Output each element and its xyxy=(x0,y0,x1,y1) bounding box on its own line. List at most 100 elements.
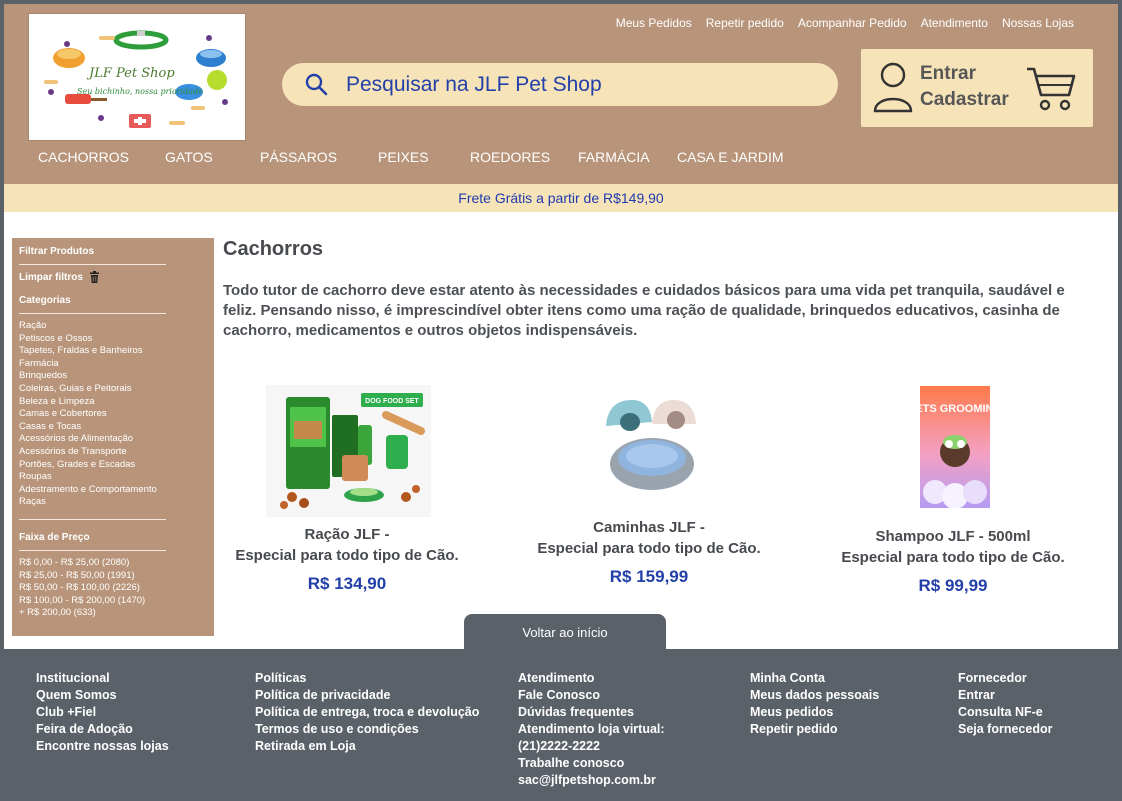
trash-icon[interactable] xyxy=(89,271,100,283)
price-range-item[interactable]: R$ 0,00 - R$ 25,00 (2080) xyxy=(19,557,207,570)
category-nav: CACHORROS GATOS PÁSSAROS PEIXES ROEDORES… xyxy=(38,149,784,165)
footer-link[interactable]: Retirada em Loja xyxy=(255,738,479,755)
category-item[interactable]: Acessórios de Transporte xyxy=(19,446,207,459)
price-range-item[interactable]: + R$ 200,00 (633) xyxy=(19,607,207,620)
user-icon[interactable] xyxy=(873,61,913,113)
top-link-atendimento[interactable]: Atendimento xyxy=(921,16,988,30)
category-item[interactable]: Farmácia xyxy=(19,358,207,371)
cart-icon[interactable] xyxy=(1025,65,1077,113)
product-card-racao[interactable]: Ração JLF - Especial para todo tipo de C… xyxy=(234,524,460,594)
category-item[interactable]: Brinquedos xyxy=(19,370,207,383)
main-content: Cachorros Todo tutor de cachorro deve es… xyxy=(223,238,1103,341)
product-price: R$ 99,99 xyxy=(918,576,988,595)
top-link-repetir-pedido[interactable]: Repetir pedido xyxy=(706,16,784,30)
footer-phone[interactable]: (21)2222-2222 xyxy=(518,738,665,755)
price-range-item[interactable]: R$ 50,00 - R$ 100,00 (2226) xyxy=(19,582,207,595)
footer-link[interactable]: Dúvidas frequentes xyxy=(518,704,665,721)
top-link-acompanhar-pedido[interactable]: Acompanhar Pedido xyxy=(798,16,907,30)
nav-passaros[interactable]: PÁSSAROS xyxy=(260,149,378,165)
price-range-item[interactable]: R$ 25,00 - R$ 50,00 (1991) xyxy=(19,570,207,583)
product-subtitle: Especial para todo tipo de Cão. xyxy=(841,549,1065,566)
category-intro: Todo tutor de cachorro deve estar atento… xyxy=(223,282,1065,339)
search-icon[interactable] xyxy=(304,72,330,98)
product-name[interactable]: Shampoo JLF - 500ml xyxy=(840,526,1066,547)
footer-link[interactable]: Meus pedidos xyxy=(750,704,879,721)
nav-roedores[interactable]: ROEDORES xyxy=(470,149,578,165)
product-subtitle: Especial para todo tipo de Cão. xyxy=(235,547,459,564)
top-link-meus-pedidos[interactable]: Meus Pedidos xyxy=(616,16,692,30)
search-bar[interactable]: Pesquisar na JLF Pet Shop xyxy=(282,63,838,106)
footer-link[interactable]: Repetir pedido xyxy=(750,721,879,738)
footer-link[interactable]: Meus dados pessoais xyxy=(750,687,879,704)
category-item[interactable]: Beleza e Limpeza xyxy=(19,396,207,409)
free-shipping-banner: Frete Grátis a partir de R$149,90 xyxy=(4,184,1118,212)
category-item[interactable]: Camas e Cobertores xyxy=(19,408,207,421)
footer-link[interactable]: Termos de uso e condições xyxy=(255,721,479,738)
account-labels: Entrar Cadastrar xyxy=(920,61,1009,113)
price-range-list: R$ 0,00 - R$ 25,00 (2080) R$ 25,00 - R$ … xyxy=(19,557,207,620)
footer-link[interactable]: Trabalhe conosco xyxy=(518,755,665,772)
dog-food-image: DOG FOOD SET xyxy=(266,385,431,517)
divider xyxy=(19,264,166,265)
footer-link[interactable]: Club +Fiel xyxy=(36,704,169,721)
footer-link[interactable]: Encontre nossas lojas xyxy=(36,738,169,755)
footer-link[interactable]: Consulta NF-e xyxy=(958,704,1052,721)
site-footer: Institucional Quem Somos Club +Fiel Feir… xyxy=(4,649,1118,797)
product-image-shampoo[interactable]: PETS GROOMING xyxy=(920,386,990,508)
product-card-caminhas[interactable]: Caminhas JLF - Especial para todo tipo d… xyxy=(536,517,762,587)
image-label-pets-grooming: PETS GROOMING xyxy=(920,403,990,415)
footer-link[interactable]: Política de privacidade xyxy=(255,687,479,704)
nav-gatos[interactable]: GATOS xyxy=(165,149,260,165)
product-image-caminhas[interactable] xyxy=(600,392,704,496)
footer-col-institucional: Institucional Quem Somos Club +Fiel Feir… xyxy=(36,670,169,755)
footer-heading: Minha Conta xyxy=(750,671,825,685)
dog-bed-image xyxy=(606,400,696,490)
footer-col-minha-conta: Minha Conta Meus dados pessoais Meus ped… xyxy=(750,670,879,738)
category-item[interactable]: Raças xyxy=(19,496,207,509)
register-link[interactable]: Cadastrar xyxy=(920,87,1009,113)
product-price: R$ 134,90 xyxy=(307,574,387,593)
product-subtitle: Especial para todo tipo de Cão. xyxy=(537,540,761,557)
footer-link[interactable]: Política de entrega, troca e devolução xyxy=(255,704,479,721)
footer-col-fornecedor: Fornecedor Entrar Consulta NF-e Seja for… xyxy=(958,670,1052,738)
back-to-top-button[interactable]: Voltar ao início xyxy=(464,614,666,650)
page: JLF Pet Shop Seu bichinho, nossa priorid… xyxy=(4,4,1118,797)
category-item[interactable]: Ração xyxy=(19,320,207,333)
clear-filters-button[interactable]: Limpar filtros xyxy=(19,271,207,283)
filter-sidebar: Filtrar Produtos Limpar filtros Categori… xyxy=(12,238,214,636)
category-item[interactable]: Casas e Tocas xyxy=(19,421,207,434)
category-item[interactable]: Petiscos e Ossos xyxy=(19,333,207,346)
price-filter-title: Faixa de Preço xyxy=(19,531,90,543)
product-name[interactable]: Ração JLF - xyxy=(234,524,460,545)
category-item[interactable]: Roupas xyxy=(19,471,207,484)
nav-casa-e-jardim[interactable]: CASA E JARDIM xyxy=(677,149,784,165)
category-item[interactable]: Tapetes, Fraldas e Banheiros xyxy=(19,345,207,358)
site-logo[interactable]: JLF Pet Shop Seu bichinho, nossa priorid… xyxy=(28,13,246,141)
footer-email[interactable]: sac@jlfpetshop.com.br xyxy=(518,772,665,789)
product-price: R$ 159,99 xyxy=(609,567,689,586)
login-link[interactable]: Entrar xyxy=(920,61,1009,87)
price-range-item[interactable]: R$ 100,00 - R$ 200,00 (1470) xyxy=(19,595,207,608)
category-item[interactable]: Adestramento e Comportamento xyxy=(19,484,207,497)
footer-link[interactable]: Quem Somos xyxy=(36,687,169,704)
categories-title: Categorias xyxy=(19,295,71,306)
product-name[interactable]: Caminhas JLF - xyxy=(536,517,762,538)
nav-farmacia[interactable]: FARMÁCIA xyxy=(578,149,677,165)
nav-cachorros[interactable]: CACHORROS xyxy=(38,149,165,165)
divider xyxy=(19,549,166,551)
footer-link[interactable]: Seja fornecedor xyxy=(958,721,1052,738)
search-input[interactable]: Pesquisar na JLF Pet Shop xyxy=(346,73,602,97)
top-link-nossas-lojas[interactable]: Nossas Lojas xyxy=(1002,16,1074,30)
footer-link[interactable]: Feira de Adoção xyxy=(36,721,169,738)
product-card-shampoo[interactable]: Shampoo JLF - 500ml Especial para todo t… xyxy=(840,526,1066,596)
footer-link[interactable]: Entrar xyxy=(958,687,1052,704)
category-item[interactable]: Portões, Grades e Escadas xyxy=(19,459,207,472)
category-item[interactable]: Acessórios de Alimentação xyxy=(19,433,207,446)
nav-peixes[interactable]: PEIXES xyxy=(378,149,470,165)
footer-heading: Fornecedor xyxy=(958,671,1027,685)
footer-col-politicas: Políticas Política de privacidade Políti… xyxy=(255,670,479,755)
product-image-racao[interactable]: DOG FOOD SET xyxy=(266,385,431,517)
footer-heading: Atendimento xyxy=(518,671,595,685)
category-item[interactable]: Coleiras, Guias e Peitorais xyxy=(19,383,207,396)
footer-link[interactable]: Fale Conosco xyxy=(518,687,665,704)
